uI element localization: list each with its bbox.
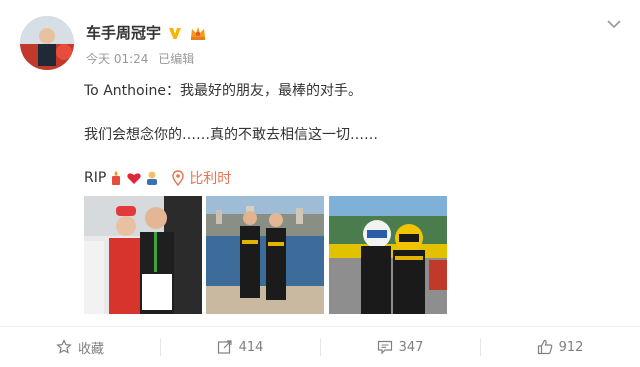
post-rip-line: RIP 比利时	[84, 168, 231, 188]
star-icon	[56, 339, 72, 354]
avatar[interactable]	[20, 16, 74, 70]
photo-podium-handshake[interactable]	[84, 196, 202, 314]
chevron-down-icon[interactable]	[606, 18, 622, 30]
username-text[interactable]: 车手周冠宇	[86, 22, 161, 43]
comment-count: 347	[398, 339, 424, 355]
username[interactable]: 车手周冠宇	[86, 22, 207, 43]
like-count: 912	[558, 339, 584, 355]
location-pin-icon	[172, 170, 185, 186]
favorite-button[interactable]: 收藏	[0, 336, 160, 358]
location-link[interactable]: 比利时	[170, 168, 231, 188]
post-time[interactable]: 今天 01:24	[86, 52, 148, 66]
crown-icon[interactable]	[189, 25, 207, 41]
thumbs-up-icon	[537, 339, 552, 355]
rip-text: RIP	[84, 170, 107, 186]
heart-icon	[127, 173, 141, 184]
edited-label[interactable]: 已编辑	[158, 52, 194, 66]
candle-icon	[112, 171, 121, 185]
comment-icon	[377, 340, 392, 355]
repost-count: 414	[238, 339, 264, 355]
photo-monaco-harbor[interactable]	[206, 196, 324, 314]
comment-button[interactable]: 347	[320, 336, 480, 358]
photo-helmets-track[interactable]	[329, 196, 447, 314]
weibo-post: 车手周冠宇 今天 01:24 已编辑 To Anthoine：我最好的朋友，最棒…	[0, 0, 640, 367]
repost-button[interactable]: 414	[160, 336, 320, 358]
location-text[interactable]: 比利时	[189, 168, 231, 188]
post-text-line-1: To Anthoine：我最好的朋友，最棒的对手。	[84, 83, 362, 99]
favorite-label: 收藏	[77, 341, 104, 357]
pray-icon	[147, 171, 158, 185]
post-meta: 今天 01:24 已编辑	[86, 50, 200, 67]
verified-v-icon	[169, 27, 182, 39]
action-bar: 收藏 414 347 912	[0, 326, 640, 367]
like-button[interactable]: 912	[480, 336, 640, 358]
post-text-line-2: 我们会想念你的……真的不敢去相信这一切……	[84, 127, 378, 143]
repost-icon	[217, 340, 232, 354]
